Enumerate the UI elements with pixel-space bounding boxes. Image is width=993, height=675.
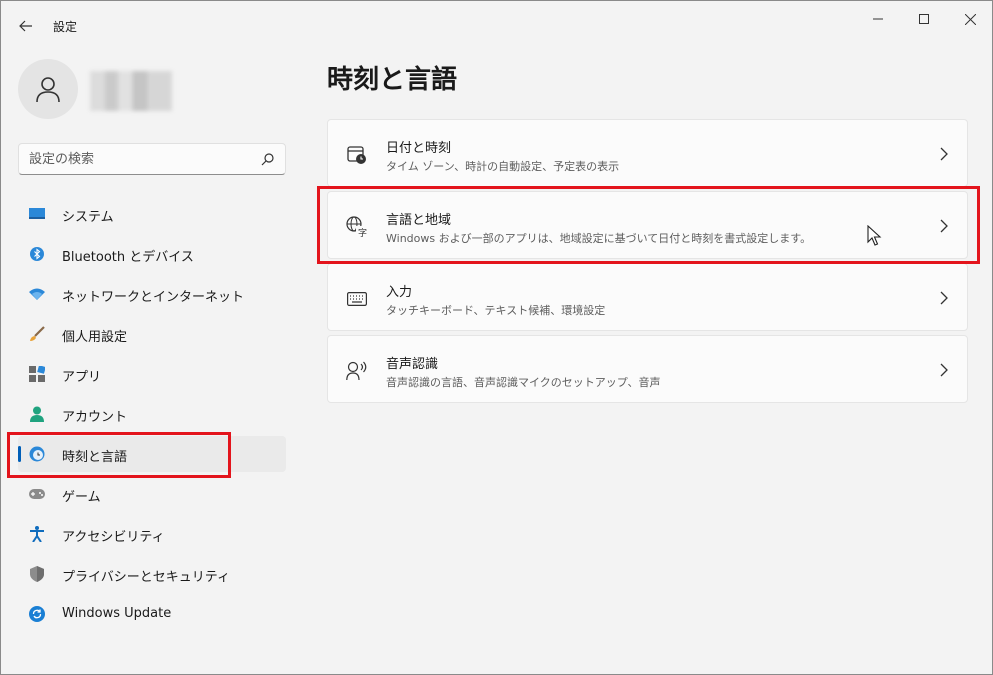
chevron-right-icon (940, 291, 948, 305)
title-bar: 設定 (1, 1, 992, 49)
minimize-button[interactable] (855, 5, 901, 33)
sidebar-item-label: アカウント (62, 410, 128, 425)
chevron-right-icon (940, 363, 948, 377)
sidebar-item-accessibility[interactable]: アクセシビリティ (18, 516, 286, 552)
network-icon (29, 286, 45, 302)
sidebar-item-accounts[interactable]: アカウント (18, 396, 286, 432)
apps-icon (29, 366, 45, 382)
accessibility-icon (29, 526, 45, 542)
system-icon (29, 206, 45, 222)
sidebar-item-apps[interactable]: アプリ (18, 356, 286, 392)
blurred-username (90, 71, 172, 111)
speech-card[interactable]: 音声認識 音声認識の言語、音声認識マイクのセットアップ、音声 (327, 335, 968, 403)
maximize-button[interactable] (901, 5, 947, 33)
settings-window: 設定 システム (0, 0, 993, 675)
app-title: 設定 (53, 20, 78, 34)
card-description: タイム ゾーン、時計の自動設定、予定表の表示 (386, 160, 620, 173)
close-icon (964, 13, 976, 25)
settings-search-box[interactable] (18, 143, 286, 175)
sidebar-item-label: プライバシーとセキュリティ (62, 570, 230, 585)
sidebar-item-windows-update[interactable]: Windows Update (18, 596, 286, 632)
gamepad-icon (29, 486, 45, 502)
windows-update-icon (29, 606, 45, 622)
sidebar-item-personalization[interactable]: 個人用設定 (18, 316, 286, 352)
sidebar-item-label: Windows Update (62, 606, 172, 621)
sidebar-nav: システム Bluetooth とデバイス ネットワークとインターネット 個人用設… (18, 196, 286, 636)
sidebar-item-label: 個人用設定 (62, 330, 128, 345)
sidebar-item-label: ゲーム (62, 490, 101, 505)
card-title: 日付と時刻 (386, 141, 452, 156)
sidebar-item-system[interactable]: システム (18, 196, 286, 232)
minimize-icon (873, 18, 883, 20)
sidebar-item-label: Bluetooth とデバイス (62, 250, 194, 265)
card-description: 音声認識の言語、音声認識マイクのセットアップ、音声 (386, 376, 661, 389)
chevron-right-icon (940, 147, 948, 161)
user-profile[interactable] (18, 59, 288, 121)
sidebar-item-gaming[interactable]: ゲーム (18, 476, 286, 512)
card-title: 音声認識 (386, 357, 439, 372)
date-time-card[interactable]: 日付と時刻 タイム ゾーン、時計の自動設定、予定表の表示 (327, 119, 968, 187)
close-button[interactable] (947, 5, 993, 33)
back-arrow-icon (19, 20, 32, 32)
maximize-icon (919, 14, 929, 24)
sidebar-item-network[interactable]: ネットワークとインターネット (18, 276, 286, 312)
mouse-cursor-icon (867, 225, 882, 246)
sidebar-item-label: ネットワークとインターネット (62, 290, 245, 305)
sidebar-item-privacy[interactable]: プライバシーとセキュリティ (18, 556, 286, 592)
keyboard-icon (346, 288, 368, 310)
search-icon[interactable] (261, 152, 275, 166)
sidebar-item-label: アクセシビリティ (62, 530, 165, 545)
sidebar-item-bluetooth[interactable]: Bluetooth とデバイス (18, 236, 286, 272)
sidebar-item-label: アプリ (62, 370, 102, 385)
card-description: タッチキーボード、テキスト候補、環境設定 (386, 304, 606, 317)
person-icon (36, 77, 60, 103)
speech-icon (346, 360, 368, 382)
brush-icon (29, 326, 45, 342)
card-title: 入力 (386, 285, 413, 300)
calendar-clock-icon (346, 144, 368, 166)
sidebar-item-label: システム (62, 210, 114, 225)
back-button[interactable] (13, 13, 39, 39)
page-title: 時刻と言語 (327, 65, 458, 95)
bluetooth-icon (29, 246, 45, 262)
avatar (18, 59, 78, 119)
search-input[interactable] (29, 150, 249, 168)
typing-card[interactable]: 入力 タッチキーボード、テキスト候補、環境設定 (327, 263, 968, 331)
account-icon (29, 406, 45, 422)
shield-icon (29, 566, 45, 582)
highlight-box-time-language (7, 432, 231, 478)
